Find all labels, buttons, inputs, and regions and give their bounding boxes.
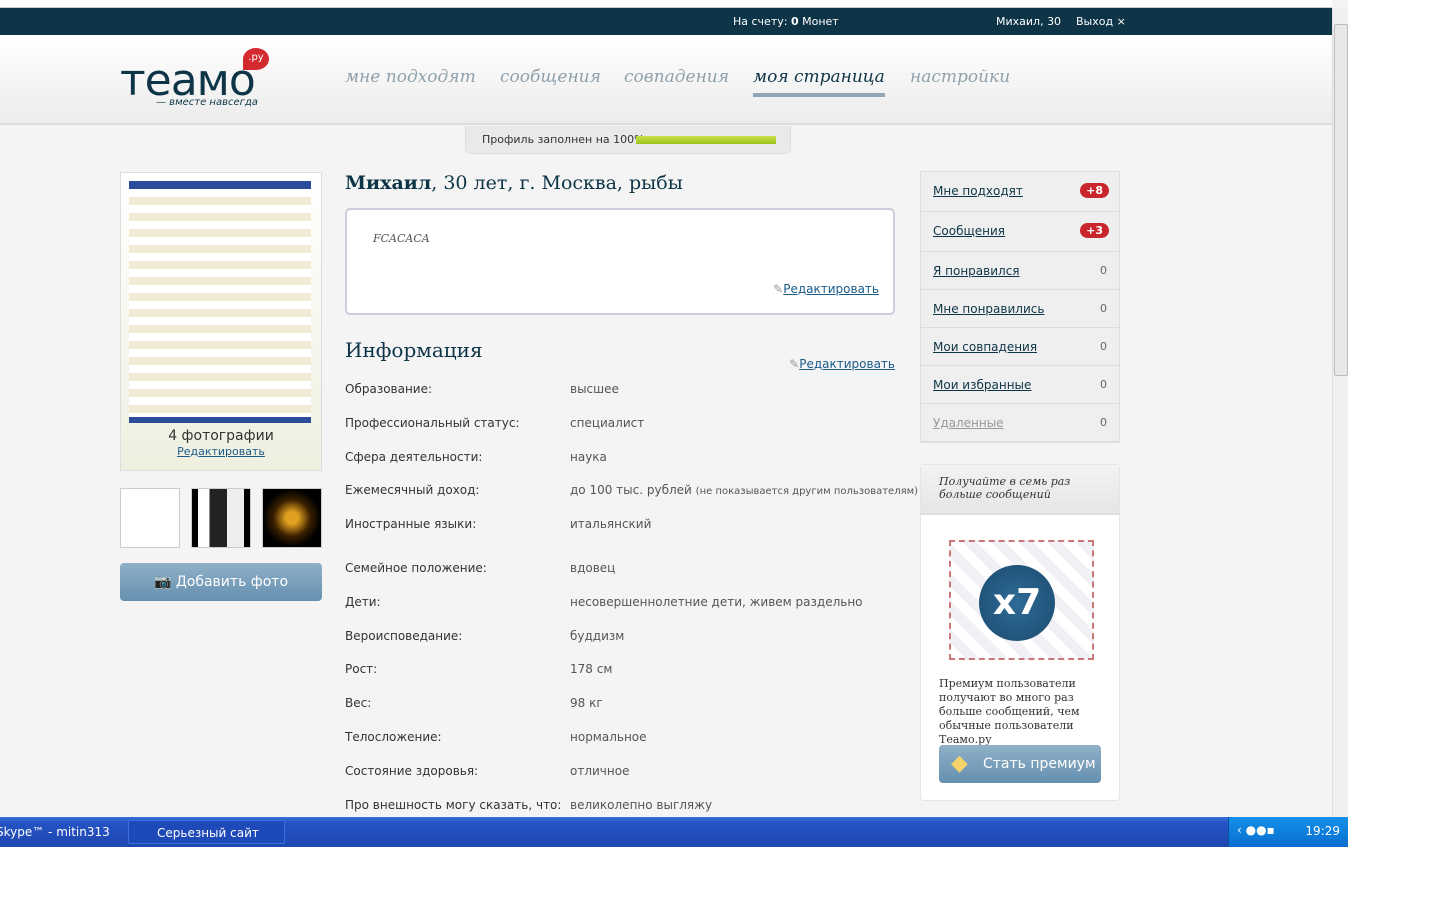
info-title: Информация bbox=[345, 338, 483, 362]
photo-thumb[interactable] bbox=[191, 488, 251, 548]
side-menu-item[interactable]: Мои избранные 0 bbox=[921, 366, 1119, 404]
info-key: Вес: bbox=[345, 696, 372, 710]
balance: На счету: 0 Монет bbox=[733, 15, 839, 28]
promo-title: Получайте в семь раз больше сообщений bbox=[921, 465, 1119, 515]
side-menu-item[interactable]: Мои совпадения 0 bbox=[921, 328, 1119, 366]
nav-coincidences[interactable]: совпадения bbox=[624, 67, 729, 87]
clock: 19:29 bbox=[1305, 824, 1340, 838]
status-bubble: FCACACA Редактировать bbox=[345, 208, 895, 315]
info-value: 98 кг bbox=[570, 696, 603, 710]
side-menu-link[interactable]: Мне подходят bbox=[933, 184, 1023, 198]
profile-progress: Профиль заполнен на 100% bbox=[465, 126, 791, 154]
progress-bar bbox=[636, 136, 776, 144]
browser-viewport: На счету: 0 Монет Михаил, 30 Выход × теа… bbox=[0, 0, 1348, 817]
camera-icon: 📷 bbox=[153, 574, 176, 590]
side-menu-item[interactable]: Я понравился 0 bbox=[921, 252, 1119, 290]
count-badge: +3 bbox=[1080, 223, 1109, 238]
info-value: наука bbox=[570, 450, 607, 464]
side-menu-link[interactable]: Мои совпадения bbox=[933, 340, 1037, 354]
side-menu-link[interactable]: Я понравился bbox=[933, 264, 1020, 278]
info-value: нормальное bbox=[570, 730, 647, 744]
count-badge: +8 bbox=[1080, 183, 1109, 198]
task-chrome[interactable]: Серьезный сайт зн... bbox=[128, 820, 285, 864]
nav-settings[interactable]: настройки bbox=[910, 67, 1010, 87]
top-bar: На счету: 0 Монет Михаил, 30 Выход × bbox=[0, 8, 1332, 35]
scrollbar[interactable] bbox=[1332, 8, 1348, 817]
nav-my-page[interactable]: моя страница bbox=[753, 67, 885, 97]
info-value: итальянский bbox=[570, 517, 652, 531]
photo-thumb[interactable] bbox=[120, 488, 180, 548]
premium-promo: Получайте в семь раз больше сообщений x7… bbox=[920, 464, 1120, 801]
count: 0 bbox=[1100, 340, 1107, 353]
info-key: Вероисповедание: bbox=[345, 629, 463, 643]
info-key: Телосложение: bbox=[345, 730, 442, 744]
info-key: Иностранные языки: bbox=[345, 517, 477, 531]
main-photo[interactable]: 4 фотографии Редактировать bbox=[120, 172, 322, 471]
edit-photos-link[interactable]: Редактировать bbox=[121, 445, 321, 458]
edit-status-link[interactable]: Редактировать bbox=[773, 282, 879, 296]
info-note: (не показывается другим пользователям) bbox=[695, 486, 919, 497]
progress-fill bbox=[636, 136, 776, 144]
info-value: вдовец bbox=[570, 561, 616, 575]
info-value: несовершеннолетние дети, живем раздельно bbox=[570, 595, 863, 609]
info-key: Ежемесячный доход: bbox=[345, 483, 480, 497]
info-value: великолепно выгляжу bbox=[570, 798, 713, 812]
side-menu-link[interactable]: Удаленные bbox=[933, 416, 1004, 430]
x7-badge: x7 bbox=[979, 565, 1055, 641]
info-key: Профессиональный статус: bbox=[345, 416, 520, 430]
add-photo-button[interactable]: 📷 Добавить фото bbox=[120, 563, 322, 601]
info-key: Образование: bbox=[345, 382, 433, 396]
side-menu-link[interactable]: Мои избранные bbox=[933, 378, 1031, 392]
count: 0 bbox=[1100, 416, 1107, 429]
info-value: 178 см bbox=[570, 662, 613, 676]
status-text: FCACACA bbox=[373, 232, 430, 245]
photo-image[interactable] bbox=[129, 181, 311, 423]
info-value: специалист bbox=[570, 416, 645, 430]
address-bar[interactable] bbox=[0, 0, 1332, 8]
info-value: буддизм bbox=[570, 629, 625, 643]
user-name[interactable]: Михаил, 30 bbox=[996, 15, 1061, 28]
info-key: Про внешность могу сказать, что: bbox=[345, 798, 562, 812]
info-key: Рост: bbox=[345, 662, 378, 676]
tray-icons[interactable]: ‹ ●●▪ bbox=[1237, 823, 1275, 837]
info-value: высшее bbox=[570, 382, 619, 396]
info-value: до 100 тыс. рублей (не показывается друг… bbox=[570, 483, 919, 497]
logout-link[interactable]: Выход × bbox=[1076, 15, 1126, 28]
info-key: Состояние здоровья: bbox=[345, 764, 479, 778]
promo-text: Премиум пользователи получают во много р… bbox=[939, 677, 1080, 746]
count: 0 bbox=[1100, 302, 1107, 315]
edit-info-link[interactable]: Редактировать bbox=[789, 357, 895, 371]
info-key: Семейное положение: bbox=[345, 561, 487, 575]
count: 0 bbox=[1100, 264, 1107, 277]
info-key: Дети: bbox=[345, 595, 381, 609]
side-menu-item[interactable]: Мне подходят +8 bbox=[921, 172, 1119, 212]
photo-thumb[interactable] bbox=[262, 488, 322, 548]
progress-label: Профиль заполнен на 100% bbox=[482, 133, 645, 146]
info-key: Сфера деятельности: bbox=[345, 450, 483, 464]
side-menu-link[interactable]: Сообщения bbox=[933, 224, 1005, 238]
logo-heart-icon: .ру bbox=[243, 48, 269, 70]
side-menu-item[interactable]: Сообщения +3 bbox=[921, 212, 1119, 252]
diamond-icon: ◆ bbox=[951, 751, 968, 776]
logo-tagline: — вместе навсегда bbox=[156, 97, 258, 108]
profile-main: Михаил, 30 лет, г. Москва, рыбы FCACACA … bbox=[345, 172, 918, 812]
side-menu-item[interactable]: Удаленные 0 bbox=[921, 404, 1119, 442]
nav-messages[interactable]: сообщения bbox=[500, 67, 601, 87]
side-menu-item[interactable]: Мне понравились 0 bbox=[921, 290, 1119, 328]
nav-matches[interactable]: мне подходят bbox=[345, 67, 476, 87]
info-value: отличное bbox=[570, 764, 630, 778]
count: 0 bbox=[1100, 378, 1107, 391]
side-menu-link[interactable]: Мне понравились bbox=[933, 302, 1044, 316]
photo-count: 4 фотографии bbox=[168, 428, 274, 444]
header: теамо .ру — вместе навсегда мне подходят… bbox=[0, 35, 1332, 125]
side-menu: Мне подходят +8 Сообщения +3 Я понравился 0 Мн… bbox=[920, 171, 1120, 443]
task-skype[interactable]: Skype™ - mitin313 bbox=[0, 820, 118, 844]
profile-title: Михаил, 30 лет, г. Москва, рыбы bbox=[345, 172, 683, 194]
system-tray: ‹ ●●▪ 19:29 bbox=[1228, 817, 1348, 847]
taskbar: Skype™ - mitin313 Серьезный сайт зн... ‹… bbox=[0, 817, 1348, 864]
become-premium-button[interactable]: ◆ Стать премиум bbox=[939, 745, 1101, 783]
scrollbar-thumb[interactable] bbox=[1334, 24, 1348, 376]
